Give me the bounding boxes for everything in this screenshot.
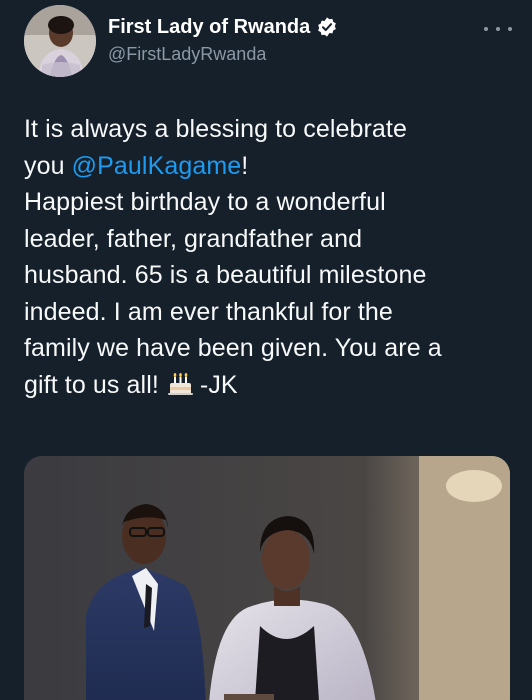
verified-badge-icon [316,16,338,38]
tweet-text-line: Happiest birthday to a wonderful [24,188,386,216]
mention-link[interactable]: @PaulKagame [72,152,242,180]
tweet-text-segment: you [24,151,72,180]
tweet-text-line: It is always a blessing to celebrate [24,115,407,143]
tweet-media-photo[interactable] [24,456,510,700]
tweet-text-segment: ! [241,151,249,180]
author-handle[interactable]: @FirstLadyRwanda [108,42,338,66]
more-options-icon[interactable] [484,22,512,36]
tweet-text-segment: gift to us all! [24,370,159,399]
more-dot [496,27,500,31]
avatar-photo [24,5,96,77]
tweet-text-line: leader, father, grandfather and [24,224,363,253]
tweet-text-line: you @PaulKagame! [24,148,516,185]
photo-image [24,456,510,700]
tweet-card: First Lady of Rwanda @FirstLadyRwanda It… [0,0,532,700]
tweet-text: It is always a blessing to celebrate you… [24,111,516,403]
author-display-name[interactable]: First Lady of Rwanda [108,14,310,40]
tweet-text-line: gift to us all! -JK [24,367,516,404]
more-dot [508,27,512,31]
author-header: First Lady of Rwanda @FirstLadyRwanda [108,14,338,66]
author-name-row: First Lady of Rwanda [108,14,338,40]
birthday-cake-emoji-icon [167,370,194,395]
more-dot [484,27,488,31]
tweet-text-line: indeed. I am ever thankful for the [24,297,393,326]
tweet-text-line: family we have been given. You are a [24,334,442,362]
tweet-text-segment: -JK [199,370,238,399]
author-avatar[interactable] [24,5,96,77]
tweet-text-line: husband. 65 is a beautiful milestone [24,261,427,289]
